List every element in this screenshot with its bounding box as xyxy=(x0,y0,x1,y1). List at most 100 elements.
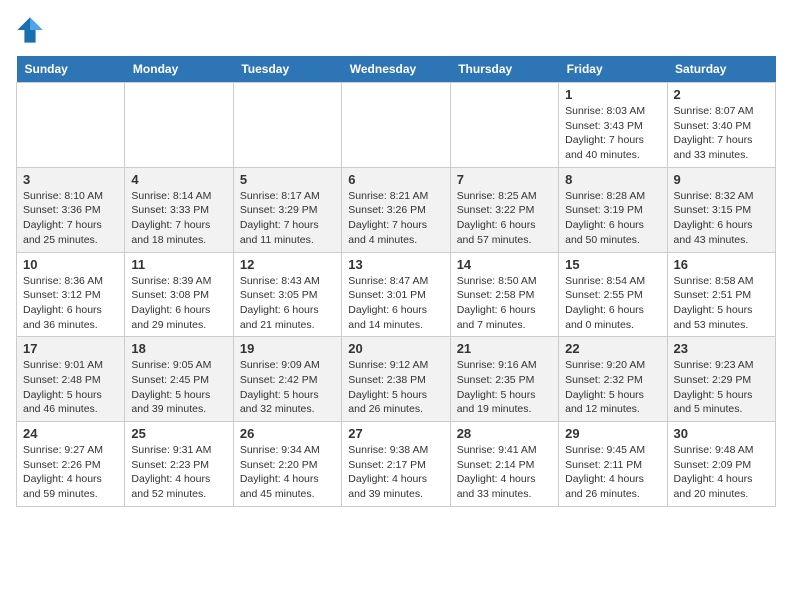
day-info: Sunrise: 8:21 AM Sunset: 3:26 PM Dayligh… xyxy=(348,189,443,248)
calendar-cell: 24 Sunrise: 9:27 AM Sunset: 2:26 PM Dayli… xyxy=(17,422,125,507)
calendar-cell: 23 Sunrise: 9:23 AM Sunset: 2:29 PM Dayli… xyxy=(667,337,775,422)
calendar-cell: 13 Sunrise: 8:47 AM Sunset: 3:01 PM Dayli… xyxy=(342,252,450,337)
calendar-cell: 30 Sunrise: 9:48 AM Sunset: 2:09 PM Dayli… xyxy=(667,422,775,507)
day-number: 11 xyxy=(131,257,226,272)
day-info: Sunrise: 8:54 AM Sunset: 2:55 PM Dayligh… xyxy=(565,274,660,333)
calendar-cell: 7 Sunrise: 8:25 AM Sunset: 3:22 PM Daylig… xyxy=(450,167,558,252)
day-number: 13 xyxy=(348,257,443,272)
calendar-cell: 22 Sunrise: 9:20 AM Sunset: 2:32 PM Dayli… xyxy=(559,337,667,422)
day-info: Sunrise: 8:14 AM Sunset: 3:33 PM Dayligh… xyxy=(131,189,226,248)
day-number: 22 xyxy=(565,341,660,356)
calendar-cell: 11 Sunrise: 8:39 AM Sunset: 3:08 PM Dayli… xyxy=(125,252,233,337)
calendar-header-row: SundayMondayTuesdayWednesdayThursdayFrid… xyxy=(17,56,776,83)
day-info: Sunrise: 9:12 AM Sunset: 2:38 PM Dayligh… xyxy=(348,358,443,417)
day-info: Sunrise: 9:34 AM Sunset: 2:20 PM Dayligh… xyxy=(240,443,335,502)
day-info: Sunrise: 9:01 AM Sunset: 2:48 PM Dayligh… xyxy=(23,358,118,417)
header-sunday: Sunday xyxy=(17,56,125,83)
day-number: 1 xyxy=(565,87,660,102)
calendar-cell: 4 Sunrise: 8:14 AM Sunset: 3:33 PM Daylig… xyxy=(125,167,233,252)
day-number: 27 xyxy=(348,426,443,441)
day-info: Sunrise: 8:47 AM Sunset: 3:01 PM Dayligh… xyxy=(348,274,443,333)
day-info: Sunrise: 8:50 AM Sunset: 2:58 PM Dayligh… xyxy=(457,274,552,333)
day-info: Sunrise: 8:28 AM Sunset: 3:19 PM Dayligh… xyxy=(565,189,660,248)
day-info: Sunrise: 8:36 AM Sunset: 3:12 PM Dayligh… xyxy=(23,274,118,333)
calendar-cell: 2Sunrise: 8:07 AM Sunset: 3:40 PM Daylig… xyxy=(667,83,775,168)
calendar-cell: 1Sunrise: 8:03 AM Sunset: 3:43 PM Daylig… xyxy=(559,83,667,168)
day-number: 9 xyxy=(674,172,769,187)
calendar-cell: 16Sunrise: 8:58 AM Sunset: 2:51 PM Dayli… xyxy=(667,252,775,337)
day-info: Sunrise: 8:39 AM Sunset: 3:08 PM Dayligh… xyxy=(131,274,226,333)
calendar-cell: 26 Sunrise: 9:34 AM Sunset: 2:20 PM Dayli… xyxy=(233,422,341,507)
day-number: 3 xyxy=(23,172,118,187)
day-info: Sunrise: 9:45 AM Sunset: 2:11 PM Dayligh… xyxy=(565,443,660,502)
day-info: Sunrise: 9:48 AM Sunset: 2:09 PM Dayligh… xyxy=(674,443,769,502)
calendar-cell: 6Sunrise: 8:21 AM Sunset: 3:26 PM Daylig… xyxy=(342,167,450,252)
day-info: Sunrise: 9:16 AM Sunset: 2:35 PM Dayligh… xyxy=(457,358,552,417)
calendar-cell: 10 Sunrise: 8:36 AM Sunset: 3:12 PM Dayli… xyxy=(17,252,125,337)
calendar-cell xyxy=(450,83,558,168)
calendar-cell xyxy=(17,83,125,168)
day-info: Sunrise: 8:25 AM Sunset: 3:22 PM Dayligh… xyxy=(457,189,552,248)
day-number: 8 xyxy=(565,172,660,187)
header xyxy=(16,16,776,44)
day-number: 7 xyxy=(457,172,552,187)
calendar-cell: 21 Sunrise: 9:16 AM Sunset: 2:35 PM Dayli… xyxy=(450,337,558,422)
calendar-cell: 5 Sunrise: 8:17 AM Sunset: 3:29 PM Daylig… xyxy=(233,167,341,252)
day-info: Sunrise: 8:43 AM Sunset: 3:05 PM Dayligh… xyxy=(240,274,335,333)
calendar-table: SundayMondayTuesdayWednesdayThursdayFrid… xyxy=(16,56,776,507)
day-info: Sunrise: 8:17 AM Sunset: 3:29 PM Dayligh… xyxy=(240,189,335,248)
header-saturday: Saturday xyxy=(667,56,775,83)
header-wednesday: Wednesday xyxy=(342,56,450,83)
day-number: 12 xyxy=(240,257,335,272)
logo-icon xyxy=(16,16,44,44)
calendar-cell: 8 Sunrise: 8:28 AM Sunset: 3:19 PM Daylig… xyxy=(559,167,667,252)
calendar-cell: 18 Sunrise: 9:05 AM Sunset: 2:45 PM Dayli… xyxy=(125,337,233,422)
header-thursday: Thursday xyxy=(450,56,558,83)
header-tuesday: Tuesday xyxy=(233,56,341,83)
day-info: Sunrise: 9:23 AM Sunset: 2:29 PM Dayligh… xyxy=(674,358,769,417)
day-info: Sunrise: 8:32 AM Sunset: 3:15 PM Dayligh… xyxy=(674,189,769,248)
calendar-cell: 14 Sunrise: 8:50 AM Sunset: 2:58 PM Dayli… xyxy=(450,252,558,337)
day-info: Sunrise: 9:38 AM Sunset: 2:17 PM Dayligh… xyxy=(348,443,443,502)
calendar-week-1: 3 Sunrise: 8:10 AM Sunset: 3:36 PM Daylig… xyxy=(17,167,776,252)
day-number: 29 xyxy=(565,426,660,441)
day-number: 10 xyxy=(23,257,118,272)
day-number: 19 xyxy=(240,341,335,356)
calendar-cell: 27 Sunrise: 9:38 AM Sunset: 2:17 PM Dayli… xyxy=(342,422,450,507)
calendar-cell xyxy=(125,83,233,168)
day-number: 21 xyxy=(457,341,552,356)
day-number: 30 xyxy=(674,426,769,441)
day-number: 5 xyxy=(240,172,335,187)
day-info: Sunrise: 9:31 AM Sunset: 2:23 PM Dayligh… xyxy=(131,443,226,502)
calendar-week-0: 1Sunrise: 8:03 AM Sunset: 3:43 PM Daylig… xyxy=(17,83,776,168)
day-number: 23 xyxy=(674,341,769,356)
day-info: Sunrise: 9:27 AM Sunset: 2:26 PM Dayligh… xyxy=(23,443,118,502)
day-number: 14 xyxy=(457,257,552,272)
day-number: 15 xyxy=(565,257,660,272)
calendar-cell xyxy=(342,83,450,168)
day-number: 16 xyxy=(674,257,769,272)
day-number: 28 xyxy=(457,426,552,441)
day-info: Sunrise: 9:09 AM Sunset: 2:42 PM Dayligh… xyxy=(240,358,335,417)
day-number: 25 xyxy=(131,426,226,441)
calendar-cell xyxy=(233,83,341,168)
day-number: 26 xyxy=(240,426,335,441)
day-info: Sunrise: 9:20 AM Sunset: 2:32 PM Dayligh… xyxy=(565,358,660,417)
header-friday: Friday xyxy=(559,56,667,83)
calendar-week-3: 17 Sunrise: 9:01 AM Sunset: 2:48 PM Dayli… xyxy=(17,337,776,422)
calendar-cell: 20 Sunrise: 9:12 AM Sunset: 2:38 PM Dayli… xyxy=(342,337,450,422)
day-number: 20 xyxy=(348,341,443,356)
day-number: 18 xyxy=(131,341,226,356)
day-number: 4 xyxy=(131,172,226,187)
day-number: 17 xyxy=(23,341,118,356)
day-number: 24 xyxy=(23,426,118,441)
calendar-cell: 29 Sunrise: 9:45 AM Sunset: 2:11 PM Dayli… xyxy=(559,422,667,507)
day-info: Sunrise: 9:41 AM Sunset: 2:14 PM Dayligh… xyxy=(457,443,552,502)
day-info: Sunrise: 9:05 AM Sunset: 2:45 PM Dayligh… xyxy=(131,358,226,417)
calendar-cell: 12 Sunrise: 8:43 AM Sunset: 3:05 PM Dayli… xyxy=(233,252,341,337)
calendar-cell: 9 Sunrise: 8:32 AM Sunset: 3:15 PM Daylig… xyxy=(667,167,775,252)
calendar-cell: 25 Sunrise: 9:31 AM Sunset: 2:23 PM Dayli… xyxy=(125,422,233,507)
day-info: Sunrise: 8:10 AM Sunset: 3:36 PM Dayligh… xyxy=(23,189,118,248)
calendar-cell: 3 Sunrise: 8:10 AM Sunset: 3:36 PM Daylig… xyxy=(17,167,125,252)
header-monday: Monday xyxy=(125,56,233,83)
